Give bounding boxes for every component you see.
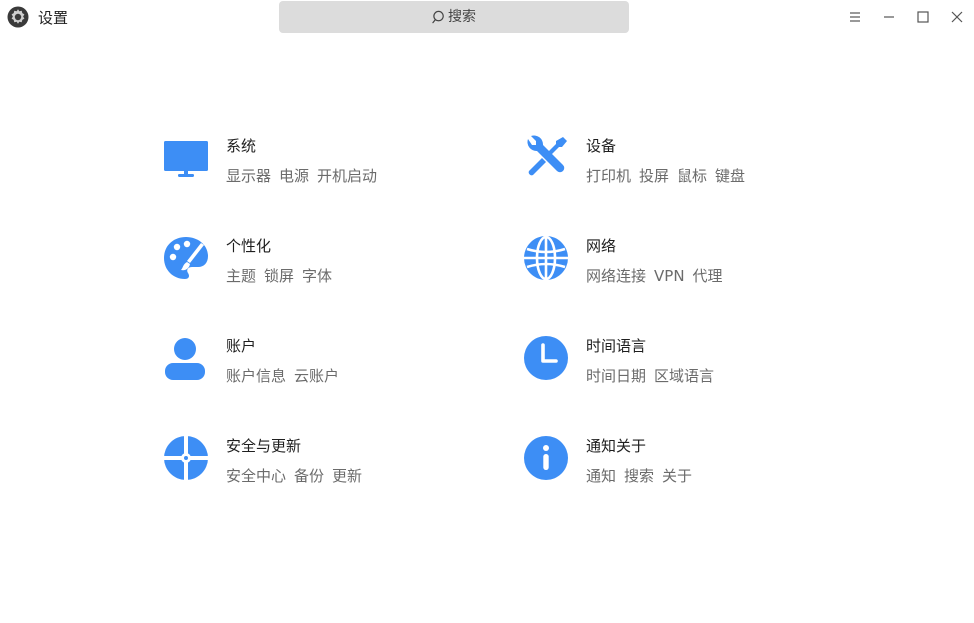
monitor-icon	[163, 135, 209, 181]
close-button[interactable]	[946, 6, 968, 28]
sub-link-security-center[interactable]: 安全中心	[226, 466, 286, 486]
sub-link-cloud-account[interactable]: 云账户	[294, 366, 339, 386]
category-title: 个性化	[226, 237, 272, 255]
category-network[interactable]: 网络 网络连接 VPN 代理	[523, 235, 783, 335]
sub-link-search[interactable]: 搜索	[624, 466, 654, 486]
category-title: 时间语言	[586, 337, 647, 355]
info-icon	[523, 435, 569, 481]
sub-link-about[interactable]: 关于	[662, 466, 692, 486]
category-title: 系统	[226, 137, 257, 155]
palette-icon	[163, 235, 209, 281]
menu-button[interactable]	[844, 6, 866, 28]
shield-icon	[163, 435, 209, 481]
category-title: 安全与更新	[226, 437, 302, 455]
sub-link-date-time[interactable]: 时间日期	[586, 366, 646, 386]
sub-link-account-info[interactable]: 账户信息	[226, 366, 286, 386]
sub-link-font[interactable]: 字体	[302, 266, 332, 286]
search-placeholder: 搜索	[448, 9, 476, 25]
sub-link-keyboard[interactable]: 键盘	[715, 166, 745, 186]
sub-link-lockscreen[interactable]: 锁屏	[264, 266, 294, 286]
tools-icon	[523, 135, 569, 181]
sub-link-mouse[interactable]: 鼠标	[677, 166, 707, 186]
sub-link-cast[interactable]: 投屏	[639, 166, 669, 186]
category-title: 设备	[586, 137, 617, 155]
user-icon	[163, 335, 209, 381]
search-icon	[432, 10, 444, 23]
clock-icon	[523, 335, 569, 381]
category-notification-about[interactable]: 通知关于 通知 搜索 关于	[523, 435, 783, 535]
maximize-button[interactable]	[912, 6, 934, 28]
sub-link-startup[interactable]: 开机启动	[317, 166, 377, 186]
category-title: 通知关于	[586, 437, 647, 455]
maximize-icon	[917, 11, 929, 23]
sub-link-notification[interactable]: 通知	[586, 466, 616, 486]
category-devices[interactable]: 设备 打印机 投屏 鼠标 键盘	[523, 135, 783, 235]
settings-window: 设置 搜索 系统 显示器 电源 开机启动 设备 打印机 投屏 鼠标 键盘 个性化…	[0, 0, 974, 623]
sub-link-power[interactable]: 电源	[279, 166, 309, 186]
category-grid: 系统 显示器 电源 开机启动 设备 打印机 投屏 鼠标 键盘 个性化 主题 锁屏…	[163, 135, 783, 535]
category-system[interactable]: 系统 显示器 电源 开机启动	[163, 135, 523, 235]
category-security-update[interactable]: 安全与更新 安全中心 备份 更新	[163, 435, 523, 535]
hamburger-menu-icon	[850, 12, 860, 22]
app-title: 设置	[38, 9, 69, 27]
category-time-language[interactable]: 时间语言 时间日期 区域语言	[523, 335, 783, 435]
sub-link-vpn[interactable]: VPN	[654, 266, 685, 286]
sub-link-region-language[interactable]: 区域语言	[654, 366, 714, 386]
category-title: 网络	[586, 237, 617, 255]
category-personalization[interactable]: 个性化 主题 锁屏 字体	[163, 235, 523, 335]
close-icon	[951, 11, 963, 23]
sub-link-display[interactable]: 显示器	[226, 166, 271, 186]
globe-icon	[523, 235, 569, 281]
sub-link-backup[interactable]: 备份	[294, 466, 324, 486]
sub-link-printer[interactable]: 打印机	[586, 166, 631, 186]
minimize-button[interactable]	[878, 6, 900, 28]
minimize-icon	[884, 16, 894, 18]
sub-link-proxy[interactable]: 代理	[693, 266, 723, 286]
sub-link-update[interactable]: 更新	[332, 466, 362, 486]
search-input[interactable]: 搜索	[279, 1, 629, 33]
sub-link-theme[interactable]: 主题	[226, 266, 256, 286]
category-title: 账户	[226, 337, 257, 355]
sub-link-network-connection[interactable]: 网络连接	[586, 266, 646, 286]
settings-gear-icon	[7, 6, 29, 28]
category-account[interactable]: 账户 账户信息 云账户	[163, 335, 523, 435]
title-bar: 设置 搜索	[0, 0, 974, 36]
